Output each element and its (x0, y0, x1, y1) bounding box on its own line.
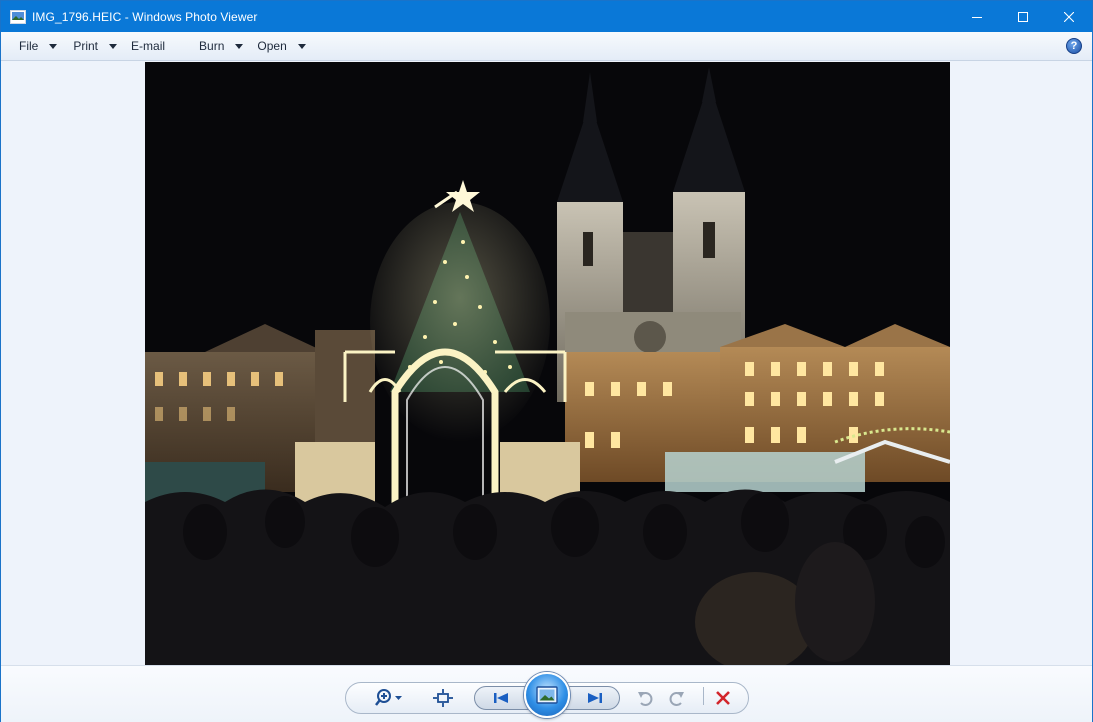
menu-email-label: E-mail (131, 39, 166, 53)
zoom-icon (375, 689, 402, 706)
title-bar: IMG_1796.HEIC - Windows Photo Viewer (1, 1, 1092, 32)
menu-bar: File Print E-mail Burn Open ? (1, 32, 1092, 61)
minimize-icon (972, 16, 982, 18)
menu-open[interactable]: Open (251, 32, 311, 61)
rotate-clockwise-button[interactable] (665, 686, 689, 710)
menu-file[interactable]: File (13, 32, 63, 61)
menu-burn[interactable]: Burn (193, 32, 249, 61)
delete-button[interactable] (711, 686, 735, 710)
next-button[interactable] (579, 688, 611, 708)
chevron-down-icon (109, 44, 118, 49)
chevron-down-icon (235, 44, 244, 49)
menu-burn-label: Burn (199, 39, 225, 53)
menu-email[interactable]: E-mail (125, 32, 171, 61)
help-button[interactable]: ? (1066, 38, 1082, 54)
image-viewport (1, 62, 1092, 665)
previous-icon (494, 693, 508, 703)
slideshow-button[interactable] (524, 672, 570, 718)
rotate-clockwise-icon (669, 692, 684, 706)
actual-size-icon (433, 689, 453, 707)
delete-icon (716, 691, 730, 705)
help-icon: ? (1070, 40, 1078, 52)
rotate-counterclockwise-icon (638, 692, 653, 706)
photo-viewer-icon (10, 9, 26, 25)
rotate-counterclockwise-button[interactable] (633, 686, 657, 710)
menu-open-label: Open (257, 39, 287, 53)
minimize-button[interactable] (954, 1, 1000, 32)
close-button[interactable] (1046, 1, 1092, 32)
chevron-down-icon (49, 44, 58, 49)
photo-image[interactable] (145, 62, 950, 665)
photo-viewer-window: IMG_1796.HEIC - Windows Photo Viewer Fil… (0, 0, 1093, 722)
zoom-button[interactable] (373, 686, 405, 710)
chevron-down-icon (297, 44, 306, 49)
menu-file-label: File (19, 39, 39, 53)
menu-print-label: Print (73, 39, 99, 53)
slideshow-icon (536, 686, 558, 704)
menu-print[interactable]: Print (67, 32, 123, 61)
next-icon (588, 693, 602, 703)
maximize-button[interactable] (1000, 1, 1046, 32)
previous-button[interactable] (485, 688, 517, 708)
maximize-icon (1018, 11, 1028, 22)
actual-size-button[interactable] (429, 686, 457, 710)
close-icon (1064, 11, 1074, 22)
toolbar-separator (703, 687, 704, 705)
window-title: IMG_1796.HEIC - Windows Photo Viewer (32, 9, 258, 24)
